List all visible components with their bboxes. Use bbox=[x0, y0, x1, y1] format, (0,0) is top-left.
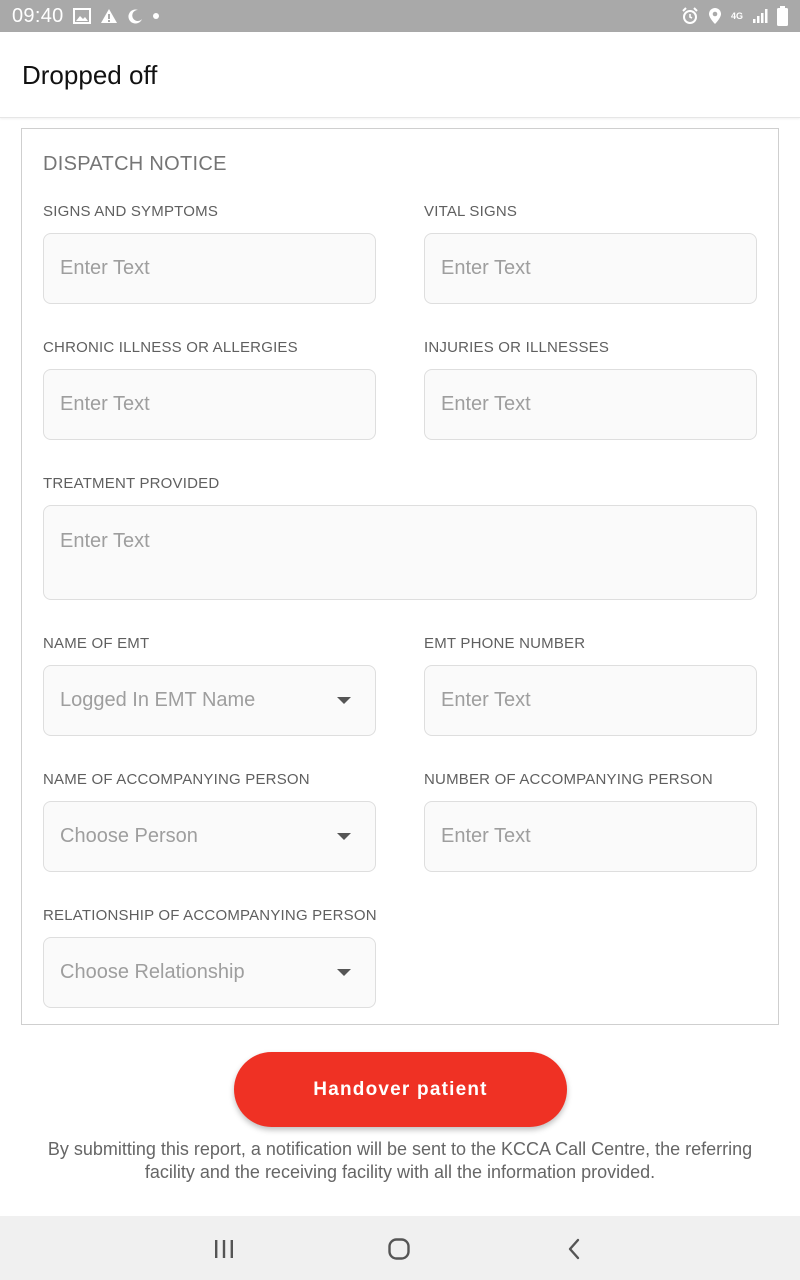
relationship-select[interactable]: Choose Relationship bbox=[43, 937, 376, 1008]
treatment-label: TREATMENT PROVIDED bbox=[43, 475, 220, 492]
section-title: DISPATCH NOTICE bbox=[43, 153, 227, 175]
dispatch-notice-card: DISPATCH NOTICE SIGNS AND SYMPTOMS Enter… bbox=[21, 128, 779, 1025]
chevron-down-icon bbox=[337, 833, 351, 840]
app-bar: Dropped off bbox=[0, 32, 800, 118]
signal-icon bbox=[752, 8, 768, 24]
status-bar-left: 09:40 bbox=[12, 5, 160, 28]
chevron-down-icon bbox=[337, 697, 351, 704]
chevron-down-icon bbox=[337, 969, 351, 976]
treatment-input[interactable]: Enter Text bbox=[43, 505, 757, 600]
emt-phone-label: EMT PHONE NUMBER bbox=[424, 635, 586, 652]
dot-icon bbox=[152, 12, 160, 20]
battery-icon bbox=[777, 6, 788, 26]
handover-patient-button[interactable]: Handover patient bbox=[234, 1052, 567, 1127]
network-4g-icon: 4G bbox=[730, 10, 743, 21]
signs-symptoms-label: SIGNS AND SYMPTOMS bbox=[43, 203, 219, 220]
emt-name-select[interactable]: Logged In EMT Name bbox=[43, 665, 376, 736]
injuries-input[interactable]: Enter Text bbox=[424, 369, 757, 440]
vital-signs-input[interactable]: Enter Text bbox=[424, 233, 757, 304]
submit-disclaimer: By submitting this report, a notificatio… bbox=[47, 1139, 753, 1182]
system-nav-bar bbox=[0, 1216, 800, 1280]
injuries-label: INJURIES OR ILLNESSES bbox=[424, 339, 610, 356]
back-icon[interactable] bbox=[559, 1236, 589, 1262]
signs-symptoms-input[interactable]: Enter Text bbox=[43, 233, 376, 304]
emt-phone-input[interactable]: Enter Text bbox=[424, 665, 757, 736]
relationship-label: RELATIONSHIP OF ACCOMPANYING PERSON bbox=[43, 907, 377, 924]
accompanying-person-select[interactable]: Choose Person bbox=[43, 801, 376, 872]
moon-icon bbox=[127, 8, 143, 24]
status-bar-right: 4G bbox=[681, 6, 788, 26]
network-label: 4G bbox=[730, 10, 743, 21]
chronic-illness-input[interactable]: Enter Text bbox=[43, 369, 376, 440]
warning-icon bbox=[100, 8, 118, 24]
page-title: Dropped off bbox=[22, 60, 158, 90]
status-time: 09:40 bbox=[12, 4, 64, 27]
accompanying-name-label: NAME OF ACCOMPANYING PERSON bbox=[43, 771, 310, 788]
chronic-illness-label: CHRONIC ILLNESS OR ALLERGIES bbox=[43, 339, 298, 356]
home-icon[interactable] bbox=[384, 1236, 414, 1262]
emt-name-label: NAME OF EMT bbox=[43, 635, 150, 652]
recent-apps-icon[interactable] bbox=[209, 1236, 239, 1262]
location-icon bbox=[708, 7, 722, 25]
vital-signs-label: VITAL SIGNS bbox=[424, 203, 518, 220]
image-icon bbox=[72, 8, 91, 24]
accompanying-number-input[interactable]: Enter Text bbox=[424, 801, 757, 872]
alarm-icon bbox=[681, 7, 699, 25]
accompanying-person-value: Choose Person bbox=[60, 825, 198, 847]
status-bar: 09:40 4G bbox=[0, 0, 800, 32]
emt-name-value: Logged In EMT Name bbox=[60, 689, 256, 711]
accompanying-number-label: NUMBER OF ACCOMPANYING PERSON bbox=[424, 771, 713, 788]
relationship-value: Choose Relationship bbox=[60, 961, 245, 983]
